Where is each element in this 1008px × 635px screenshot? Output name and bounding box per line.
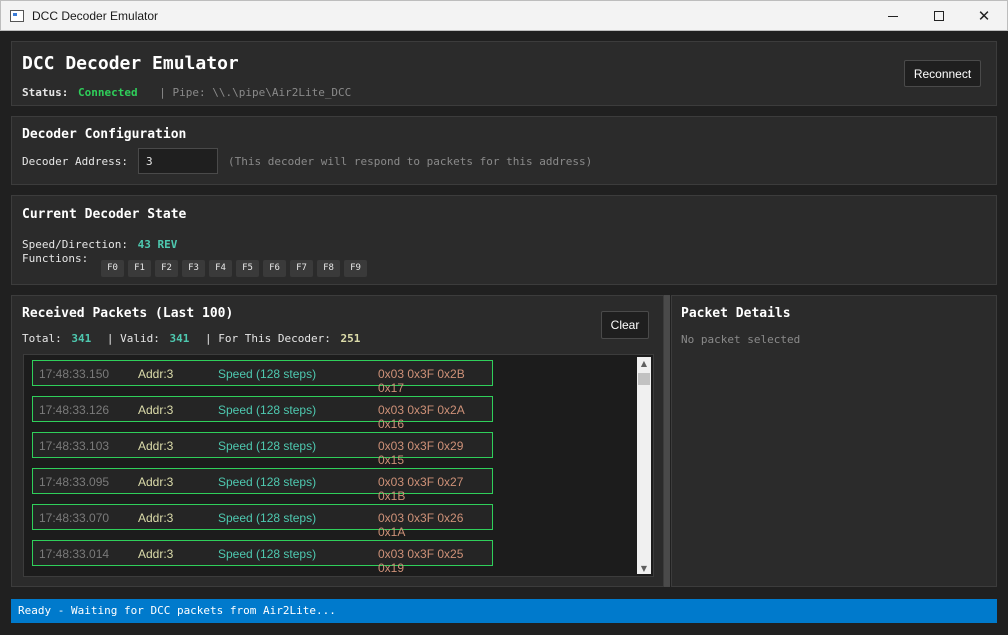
address-hint: (This decoder will respond to packets fo… bbox=[228, 155, 593, 168]
details-empty-text: No packet selected bbox=[681, 333, 801, 346]
packet-counters: Total: 341 | Valid: 341 | For This Decod… bbox=[22, 327, 360, 346]
packet-list[interactable]: 17:48:33.150 Addr:3 Speed (128 steps) 0x03 … bbox=[23, 354, 654, 577]
packets-title: Received Packets (Last 100) bbox=[22, 306, 234, 321]
packet-time: 17:48:33.126 bbox=[39, 403, 110, 417]
packet-bytes: 0x03 0x3F 0x29 0x15 bbox=[378, 439, 464, 467]
packet-row[interactable]: 17:48:33.014 Addr:3 Speed (128 steps) 0x03 … bbox=[32, 540, 493, 575]
packet-time: 17:48:33.103 bbox=[39, 439, 110, 453]
packet-bytes: 0x03 0x3F 0x25 0x19 bbox=[378, 547, 464, 575]
packet-bytes: 0x03 0x3F 0x26 0x1A bbox=[378, 511, 464, 539]
packet-time: 17:48:33.070 bbox=[39, 511, 110, 525]
packet-row[interactable]: 17:48:33.070 Addr:3 Speed (128 steps) 0x03 … bbox=[32, 504, 493, 539]
packet-row[interactable]: 17:48:33.126 Addr:3 Speed (128 steps) 0x03 … bbox=[32, 396, 493, 431]
maximize-icon bbox=[934, 11, 944, 21]
panel-splitter[interactable] bbox=[664, 295, 670, 587]
packet-type: Speed (128 steps) bbox=[218, 511, 317, 525]
close-button[interactable]: ✕ bbox=[961, 1, 1007, 31]
function-badge-f2: F2 bbox=[155, 259, 178, 277]
packet-list-scrollbar[interactable]: ▲ ▼ bbox=[637, 357, 651, 574]
packet-type: Speed (128 steps) bbox=[218, 547, 317, 561]
packet-bytes: 0x03 0x3F 0x2B 0x17 bbox=[378, 367, 465, 395]
packets-panel: Received Packets (Last 100) Total: 341 |… bbox=[11, 295, 664, 587]
connection-status: Status: Connected | Pipe: \\.\pipe\Air2L… bbox=[22, 81, 351, 100]
state-title: Current Decoder State bbox=[22, 207, 187, 222]
total-value: 341 bbox=[71, 332, 92, 345]
packet-bytes: 0x03 0x3F 0x27 0x1B bbox=[378, 475, 464, 503]
config-panel: Decoder Configuration Decoder Address: (… bbox=[11, 116, 997, 185]
packet-address: Addr:3 bbox=[138, 511, 174, 525]
packet-bytes: 0x03 0x3F 0x2A 0x16 bbox=[378, 403, 465, 431]
function-badge-f8: F8 bbox=[317, 259, 340, 277]
header-panel: DCC Decoder Emulator Status: Connected |… bbox=[11, 41, 997, 106]
function-badge-f0: F0 bbox=[101, 259, 124, 277]
status-value: Connected bbox=[78, 86, 138, 99]
packet-time: 17:48:33.014 bbox=[39, 547, 110, 561]
reconnect-button[interactable]: Reconnect bbox=[904, 60, 981, 87]
state-panel: Current Decoder State Speed/Direction: 4… bbox=[11, 195, 997, 285]
packet-row[interactable]: 17:48:33.150 Addr:3 Speed (128 steps) 0x03 … bbox=[32, 360, 493, 395]
valid-label: | Valid: bbox=[106, 332, 160, 345]
packet-type: Speed (128 steps) bbox=[218, 475, 317, 489]
window-title: DCC Decoder Emulator bbox=[32, 9, 159, 23]
decoder-address-input[interactable] bbox=[138, 148, 218, 174]
speed-value: 43 REV bbox=[137, 238, 178, 251]
decoder-count-value: 251 bbox=[340, 332, 361, 345]
packet-type: Speed (128 steps) bbox=[218, 367, 317, 381]
status-label: Status: bbox=[22, 86, 69, 99]
packet-type: Speed (128 steps) bbox=[218, 403, 317, 417]
window-titlebar[interactable]: DCC Decoder Emulator ✕ bbox=[0, 0, 1008, 31]
scroll-down-icon[interactable]: ▼ bbox=[637, 562, 651, 574]
packet-row[interactable]: 17:48:33.095 Addr:3 Speed (128 steps) 0x03 … bbox=[32, 468, 493, 503]
maximize-button[interactable] bbox=[916, 1, 962, 31]
minimize-button[interactable] bbox=[870, 1, 916, 31]
details-panel: Packet Details No packet selected bbox=[671, 295, 997, 587]
packet-address: Addr:3 bbox=[138, 547, 174, 561]
app-icon bbox=[10, 10, 24, 22]
packet-time: 17:48:33.095 bbox=[39, 475, 110, 489]
decoder-count-label: | For This Decoder: bbox=[205, 332, 331, 345]
packet-time: 17:48:33.150 bbox=[39, 367, 110, 381]
valid-value: 341 bbox=[169, 332, 190, 345]
speed-direction: Speed/Direction: 43 REV bbox=[22, 233, 177, 252]
app-title: DCC Decoder Emulator bbox=[22, 53, 239, 74]
function-badge-f3: F3 bbox=[182, 259, 205, 277]
clear-button[interactable]: Clear bbox=[601, 311, 649, 339]
function-badge-f4: F4 bbox=[209, 259, 232, 277]
packet-address: Addr:3 bbox=[138, 367, 174, 381]
packet-address: Addr:3 bbox=[138, 475, 174, 489]
minimize-icon bbox=[888, 15, 898, 17]
pipe-text: | Pipe: \\.\pipe\Air2Lite_DCC bbox=[159, 86, 352, 99]
status-bar: Ready - Waiting for DCC packets from Air… bbox=[11, 599, 997, 623]
packet-address: Addr:3 bbox=[138, 439, 174, 453]
functions-list: F0 F1 F2 F3 F4 F5 F6 F7 F8 F9 bbox=[101, 255, 371, 277]
scroll-up-icon[interactable]: ▲ bbox=[637, 357, 651, 369]
function-badge-f9: F9 bbox=[344, 259, 367, 277]
close-icon: ✕ bbox=[977, 7, 991, 25]
address-label: Decoder Address: bbox=[22, 155, 128, 168]
details-title: Packet Details bbox=[681, 306, 791, 321]
config-title: Decoder Configuration bbox=[22, 127, 187, 142]
function-badge-f1: F1 bbox=[128, 259, 151, 277]
function-badge-f7: F7 bbox=[290, 259, 313, 277]
packet-address: Addr:3 bbox=[138, 403, 174, 417]
packet-type: Speed (128 steps) bbox=[218, 439, 317, 453]
speed-label: Speed/Direction: bbox=[22, 238, 128, 251]
function-badge-f6: F6 bbox=[263, 259, 286, 277]
functions-label: Functions: bbox=[22, 252, 89, 265]
packet-row[interactable]: 17:48:33.103 Addr:3 Speed (128 steps) 0x03 … bbox=[32, 432, 493, 467]
function-badge-f5: F5 bbox=[236, 259, 259, 277]
scroll-thumb[interactable] bbox=[638, 373, 650, 385]
total-label: Total: bbox=[22, 332, 62, 345]
